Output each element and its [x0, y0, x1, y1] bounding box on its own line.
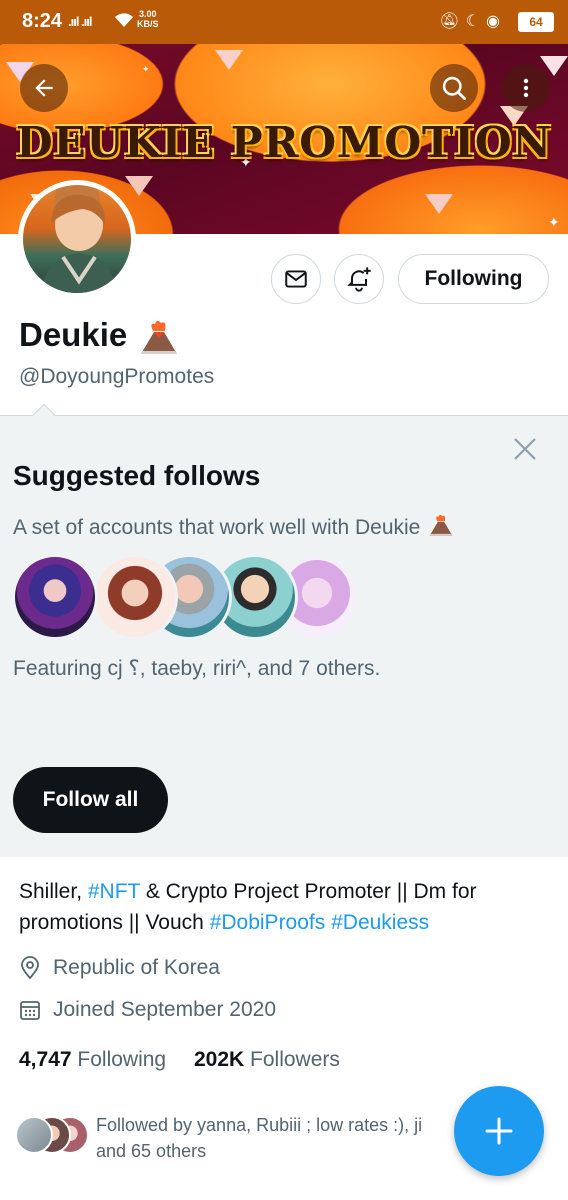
following-button[interactable]: Following	[398, 254, 549, 304]
plus-icon	[485, 1117, 513, 1145]
suggested-description-text: A set of accounts that work well with De…	[13, 516, 421, 539]
suggested-follows-panel: Suggested follows A set of accounts that…	[0, 403, 568, 857]
volcano-emoji-icon	[429, 514, 453, 536]
mute-icon: 🔕︎	[439, 13, 466, 30]
sparkle-decoration: ✦	[548, 214, 560, 230]
notifications-button[interactable]	[334, 254, 384, 304]
search-button[interactable]	[430, 64, 478, 112]
follow-stats: 4,747 Following 202K Followers	[19, 1048, 340, 1072]
followers-stat[interactable]: 202K Followers	[194, 1048, 340, 1071]
sparkle-decoration: ✦	[142, 64, 150, 74]
joined-text: Joined September 2020	[53, 998, 276, 1021]
display-name: Deukie	[19, 316, 128, 353]
panel-pointer	[32, 403, 56, 427]
message-button[interactable]	[271, 254, 321, 304]
suggested-avatars[interactable]	[12, 554, 360, 642]
followers-label: Followers	[250, 1048, 340, 1071]
network-speed: 3.00 KB/S	[137, 9, 159, 29]
follow-all-button[interactable]: Follow all	[13, 767, 168, 833]
profile-bio: Shiller, #NFT & Crypto Project Promoter …	[19, 876, 549, 938]
suggested-avatar[interactable]	[92, 554, 178, 640]
suggested-featuring: Featuring cj ⸮, taeby, riri^, and 7 othe…	[13, 657, 381, 680]
back-button[interactable]	[20, 64, 68, 112]
joined-row: Joined September 2020	[19, 998, 276, 1022]
following-label: Following	[77, 1048, 167, 1071]
wifi-icon	[114, 12, 134, 33]
suggested-avatar[interactable]	[12, 554, 98, 640]
gem-decoration	[125, 176, 153, 196]
gem-decoration	[215, 50, 243, 70]
suggested-title: Suggested follows	[13, 460, 261, 491]
more-vertical-icon	[523, 78, 529, 98]
location-text: Republic of Korea	[53, 956, 220, 979]
bell-plus-icon	[347, 267, 371, 292]
followed-by-text[interactable]: Followed by yanna, Rubiii ; low rates :)…	[96, 1112, 466, 1164]
signal-icon: .ııl .ııl	[68, 14, 92, 29]
status-icons: 🔕︎☾◉	[439, 11, 506, 31]
bio-text: Shiller,	[19, 880, 88, 903]
location-row: Republic of Korea	[19, 956, 220, 980]
follower-avatar	[15, 1116, 53, 1154]
location-pin-icon	[21, 956, 39, 980]
followed-by-avatars	[15, 1116, 95, 1156]
lock-icon: ◉	[486, 13, 506, 30]
compose-tweet-button[interactable]	[454, 1086, 544, 1176]
avatar-illustration	[41, 194, 117, 293]
hashtag-link[interactable]: #NFT	[88, 880, 140, 903]
banner-title: DEUKIE PROMOTION	[16, 118, 552, 167]
followed-by-line: and 65 others	[96, 1141, 207, 1161]
profile-handle: @DoyoungPromotes	[19, 365, 215, 388]
hashtag-link[interactable]: #DobiProofs	[210, 911, 326, 934]
search-icon	[442, 76, 466, 100]
battery-icon: 64	[518, 12, 554, 32]
moon-icon: ☾	[465, 13, 487, 30]
profile-avatar[interactable]	[18, 180, 136, 298]
mail-icon	[285, 270, 307, 288]
network-speed-value: 3.00	[138, 9, 157, 19]
gem-decoration	[425, 194, 453, 214]
status-time: 8:24	[22, 10, 63, 32]
more-options-button[interactable]	[502, 64, 550, 112]
close-icon[interactable]	[510, 434, 540, 464]
suggested-description: A set of accounts that work well with De…	[13, 513, 454, 540]
status-bar: 8:24 .ııl .ııl 3.00 KB/S 🔕︎☾◉ 64	[0, 0, 568, 44]
following-count: 4,747	[19, 1048, 72, 1071]
network-speed-unit: KB/S	[137, 19, 159, 29]
hashtag-link[interactable]: #Deukiess	[331, 911, 429, 934]
calendar-icon	[20, 1001, 40, 1020]
followers-count: 202K	[193, 1048, 245, 1071]
volcano-emoji-icon	[141, 320, 177, 354]
followed-by-line: Followed by yanna, Rubiii ; low rates :)…	[96, 1115, 423, 1135]
arrow-left-icon	[35, 79, 53, 97]
following-stat[interactable]: 4,747 Following	[19, 1048, 166, 1071]
